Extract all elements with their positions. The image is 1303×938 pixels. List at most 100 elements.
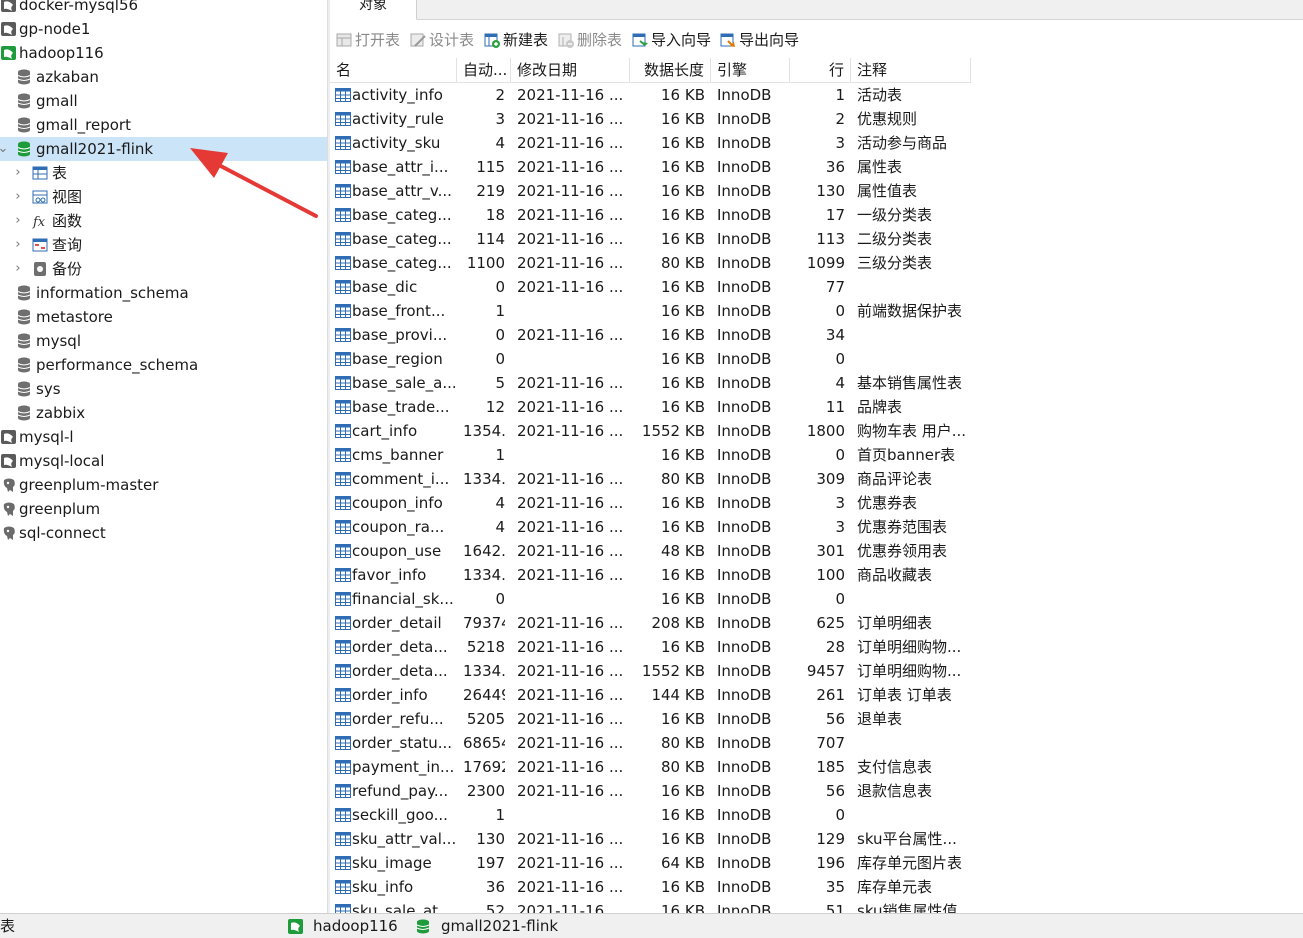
header-col-comment[interactable]: 注释 bbox=[851, 58, 971, 83]
table-row[interactable]: favor_info 1334... 2021-11-16 ... 16 KB Inno… bbox=[330, 563, 970, 587]
table-row[interactable]: sku_sale_at... 52 2021-11-16 ... 16 KB InnoD… bbox=[330, 899, 970, 913]
tree-item-label: 视图 bbox=[52, 188, 83, 206]
cell-auto-increment: 1 bbox=[495, 302, 505, 320]
table-row[interactable]: base_trade... 12 2021-11-16 ... 16 KB InnoDB… bbox=[330, 395, 970, 419]
tree-item-information-schema[interactable]: information_schema bbox=[0, 281, 327, 305]
tree-item-mysql[interactable]: mysql bbox=[0, 329, 327, 353]
tree-item-performance-schema[interactable]: performance_schema bbox=[0, 353, 327, 377]
tree-item-zabbix[interactable]: zabbix bbox=[0, 401, 327, 425]
table-row[interactable]: seckill_goo... 1 16 KB InnoDB 0 bbox=[330, 803, 970, 827]
cell-comment: 支付信息表 bbox=[857, 758, 933, 776]
tree-item-表[interactable]: › 表 bbox=[0, 161, 327, 185]
table-row[interactable]: coupon_info 4 2021-11-16 ... 16 KB InnoDB 3 优惠… bbox=[330, 491, 970, 515]
header-col-data-length[interactable]: 数据长度 bbox=[630, 58, 711, 83]
table-row[interactable]: base_provi... 0 2021-11-16 ... 16 KB InnoDB 3… bbox=[330, 323, 970, 347]
tab-objects[interactable]: 对象 bbox=[330, 0, 417, 20]
table-row[interactable]: activity_sku 4 2021-11-16 ... 16 KB InnoDB 3 活… bbox=[330, 131, 970, 155]
table-icon bbox=[335, 808, 351, 822]
cell-data-length: 16 KB bbox=[661, 374, 705, 392]
table-row[interactable]: sku_image 197 2021-11-16 ... 64 KB InnoDB 196… bbox=[330, 851, 970, 875]
table-row[interactable]: order_deta... 5218 2021-11-16 ... 16 KB Inno… bbox=[330, 635, 970, 659]
table-row[interactable]: order_detail 79374 2021-11-16 ... 208 KB Inn… bbox=[330, 611, 970, 635]
tree-item-函数[interactable]: › fx 函数 bbox=[0, 209, 327, 233]
table-row[interactable]: order_statu... 68654 2021-11-16 ... 80 KB In… bbox=[330, 731, 970, 755]
tree-item-mysql-local[interactable]: mysql-local bbox=[0, 449, 327, 473]
connection-navigator[interactable]: docker-mysql56 gp-node1 hadoop116 azkaba… bbox=[0, 0, 327, 913]
table-row[interactable]: base_attr_i... 115 2021-11-16 ... 16 KB Inno… bbox=[330, 155, 970, 179]
export-wizard-button[interactable]: 导出向导 bbox=[720, 29, 804, 51]
tree-item-gmall[interactable]: gmall bbox=[0, 89, 327, 113]
function-icon: fx bbox=[32, 215, 46, 229]
table-row[interactable]: order_refu... 5205 2021-11-16 ... 16 KB Inno… bbox=[330, 707, 970, 731]
tree-item-metastore[interactable]: metastore bbox=[0, 305, 327, 329]
table-row[interactable]: base_region 0 16 KB InnoDB 0 bbox=[330, 347, 970, 371]
cell-engine: InnoDB bbox=[717, 158, 772, 176]
table-icon bbox=[335, 376, 351, 390]
table-row[interactable]: base_attr_v... 219 2021-11-16 ... 16 KB Inno… bbox=[330, 179, 970, 203]
table-row[interactable]: base_categ... 114 2021-11-16 ... 16 KB InnoD… bbox=[330, 227, 970, 251]
cell-rows: 3 bbox=[835, 494, 845, 512]
tree-item-greenplum[interactable]: greenplum bbox=[0, 497, 327, 521]
tree-item-gmall-report[interactable]: gmall_report bbox=[0, 113, 327, 137]
cell-auto-increment: 1334... bbox=[463, 470, 505, 488]
tree-item-docker-mysql56[interactable]: docker-mysql56 bbox=[0, 0, 327, 17]
tree-item-查询[interactable]: › 查询 bbox=[0, 233, 327, 257]
table-row[interactable]: base_categ... 18 2021-11-16 ... 16 KB InnoDB… bbox=[330, 203, 970, 227]
header-col-engine[interactable]: 引擎 bbox=[711, 58, 790, 83]
delete-table-button[interactable]: 删除表 bbox=[558, 29, 628, 51]
table-row[interactable]: base_sale_a... 5 2021-11-16 ... 16 KB InnoDB… bbox=[330, 371, 970, 395]
table-row[interactable]: coupon_ra... 4 2021-11-16 ... 16 KB InnoDB 3 优… bbox=[330, 515, 970, 539]
tree-item-备份[interactable]: › 备份 bbox=[0, 257, 327, 281]
table-row[interactable]: sku_attr_val... 130 2021-11-16 ... 16 KB Inn… bbox=[330, 827, 970, 851]
database-icon bbox=[416, 919, 430, 934]
expand-chevron-icon[interactable]: ⌄ bbox=[0, 137, 9, 161]
table-row[interactable]: financial_sk... 0 16 KB InnoDB 0 bbox=[330, 587, 970, 611]
tree-item-视图[interactable]: › 视图 bbox=[0, 185, 327, 209]
cell-name: activity_rule bbox=[352, 110, 444, 128]
table-row[interactable]: comment_i... 1334... 2021-11-16 ... 80 KB In… bbox=[330, 467, 970, 491]
table-row[interactable]: order_deta... 1334... 2021-11-16 ... 1552 K… bbox=[330, 659, 970, 683]
cell-auto-increment: 0 bbox=[495, 350, 505, 368]
design-table-button[interactable]: 设计表 bbox=[410, 29, 480, 51]
header-col-rows[interactable]: 行 bbox=[790, 58, 851, 83]
view-icon bbox=[32, 190, 48, 204]
tree-item-sys[interactable]: sys bbox=[0, 377, 327, 401]
cell-modified-date bbox=[517, 587, 624, 611]
open-table-button[interactable]: 打开表 bbox=[336, 29, 406, 51]
import-wizard-button[interactable]: 导入向导 bbox=[632, 29, 716, 51]
expand-chevron-icon[interactable]: › bbox=[12, 185, 24, 209]
table-row[interactable]: coupon_use 1642... 2021-11-16 ... 48 KB Inno… bbox=[330, 539, 970, 563]
database-icon bbox=[17, 93, 31, 109]
tree-item-gmall2021-flink[interactable]: ⌄ gmall2021-flink bbox=[0, 137, 327, 161]
header-col-auto-increment[interactable]: 自动... bbox=[457, 58, 511, 83]
expand-chevron-icon[interactable]: › bbox=[12, 209, 24, 233]
expand-chevron-icon[interactable]: › bbox=[12, 233, 24, 257]
cell-name: order_statu... bbox=[352, 734, 453, 752]
table-row[interactable]: cms_banner 1 16 KB InnoDB 0 首页banner表 bbox=[330, 443, 970, 467]
new-table-button[interactable]: 新建表 bbox=[484, 29, 554, 51]
table-row[interactable]: refund_pay... 2300 2021-11-16 ... 16 KB Inno… bbox=[330, 779, 970, 803]
tree-item-mysql-l[interactable]: mysql-l bbox=[0, 425, 327, 449]
tree-item-azkaban[interactable]: azkaban bbox=[0, 65, 327, 89]
header-col-name[interactable]: 名 bbox=[330, 58, 457, 83]
table-row[interactable]: sku_info 36 2021-11-16 ... 16 KB InnoDB 35 库存单… bbox=[330, 875, 970, 899]
tree-item-greenplum-master[interactable]: greenplum-master bbox=[0, 473, 327, 497]
cell-rows: 3 bbox=[835, 134, 845, 152]
tree-item-sql-connect[interactable]: sql-connect bbox=[0, 521, 327, 545]
table-list[interactable]: 名自动... 修改日期 数据长度 引擎行注释 activity_info 2 2021-1… bbox=[330, 58, 1303, 913]
table-row[interactable]: base_front... 1 16 KB InnoDB 0 前端数据保护表 bbox=[330, 299, 970, 323]
table-row[interactable]: activity_info 2 2021-11-16 ... 16 KB InnoDB 1… bbox=[330, 83, 970, 107]
cell-auto-increment: 0 bbox=[495, 326, 505, 344]
table-row[interactable]: base_categ... 1100 2021-11-16 ... 80 KB Inno… bbox=[330, 251, 970, 275]
tree-item-gp-node1[interactable]: gp-node1 bbox=[0, 17, 327, 41]
header-col-modified-date[interactable]: 修改日期 bbox=[511, 58, 630, 83]
table-row[interactable]: activity_rule 3 2021-11-16 ... 16 KB InnoDB 2… bbox=[330, 107, 970, 131]
table-row[interactable]: base_dic 0 2021-11-16 ... 16 KB InnoDB 77 bbox=[330, 275, 970, 299]
table-icon bbox=[335, 736, 351, 750]
expand-chevron-icon[interactable]: › bbox=[12, 161, 24, 185]
tree-item-hadoop116[interactable]: hadoop116 bbox=[0, 41, 327, 65]
table-row[interactable]: payment_in... 17692 2021-11-16 ... 80 KB Inn… bbox=[330, 755, 970, 779]
table-row[interactable]: order_info 26449 2021-11-16 ... 144 KB InnoD… bbox=[330, 683, 970, 707]
table-row[interactable]: cart_info 1354... 2021-11-16 ... 1552 KB Inn… bbox=[330, 419, 970, 443]
expand-chevron-icon[interactable]: › bbox=[12, 257, 24, 281]
